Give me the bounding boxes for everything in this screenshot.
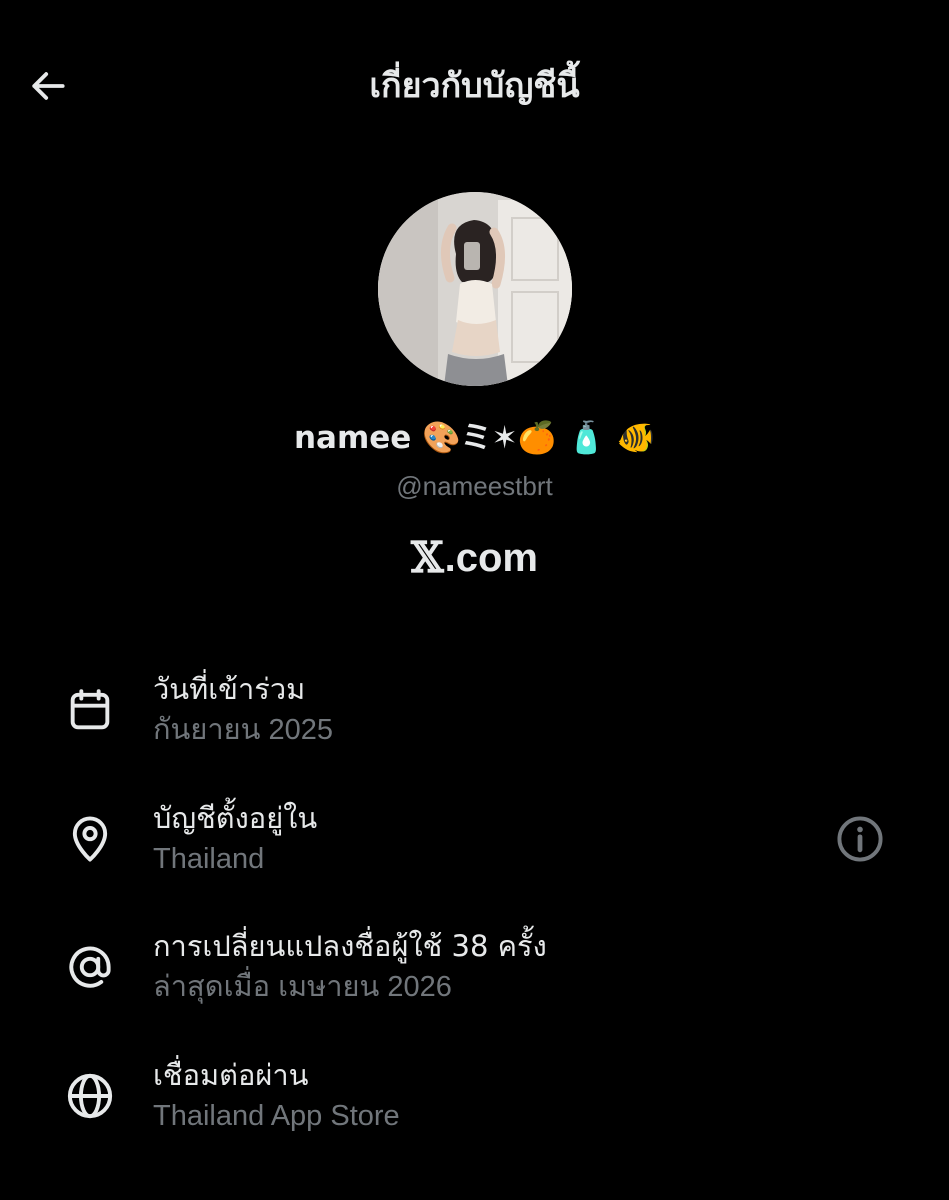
info-value: กันยายน 2025 [153,714,334,746]
info-label: การเปลี่ยนแปลงชื่อผู้ใช้ 38 ครั้ง [153,929,547,963]
info-value: Thailand App Store [153,1100,400,1132]
top-bar: เกี่ยวกับบัญชีนี้ [0,0,949,175]
info-label: วันที่เข้าร่วม [153,672,306,706]
brand-domain-text: .com [444,536,538,580]
info-row-joined: วันที่เข้าร่วม กันยายน 2025 [0,668,949,768]
x-com-brand: 𝕏 .com [0,530,949,586]
display-name: namee 🎨ミ✶🍊 🧴 🐠 [293,420,656,456]
globe-icon [62,1068,118,1124]
info-row-connected-via: เชื่อมต่อผ่าน Thailand App Store [0,1054,949,1154]
info-row-location: บัญชีตั้งอยู่ใน Thailand [0,797,949,897]
x-logo-icon: 𝕏 [411,533,444,582]
info-circle-icon[interactable] [832,811,888,867]
info-row-username-changes: การเปลี่ยนแปลงชื่อผู้ใช้ 38 ครั้ง ล่าสุด… [0,925,949,1025]
info-value: Thailand [153,843,265,875]
profile-photo [378,192,572,386]
calendar-icon [62,682,118,738]
info-value: ล่าสุดเมื่อ เมษายน 2026 [153,971,452,1003]
info-label: เชื่อมต่อผ่าน [153,1058,309,1092]
username-handle: @nameestbrt [396,471,553,501]
location-pin-icon [62,811,118,867]
info-label: บัญชีตั้งอยู่ใน [153,801,318,835]
page-title: เกี่ยวกับบัญชีนี้ [369,66,580,106]
at-sign-icon [62,939,118,995]
avatar[interactable] [378,192,572,386]
